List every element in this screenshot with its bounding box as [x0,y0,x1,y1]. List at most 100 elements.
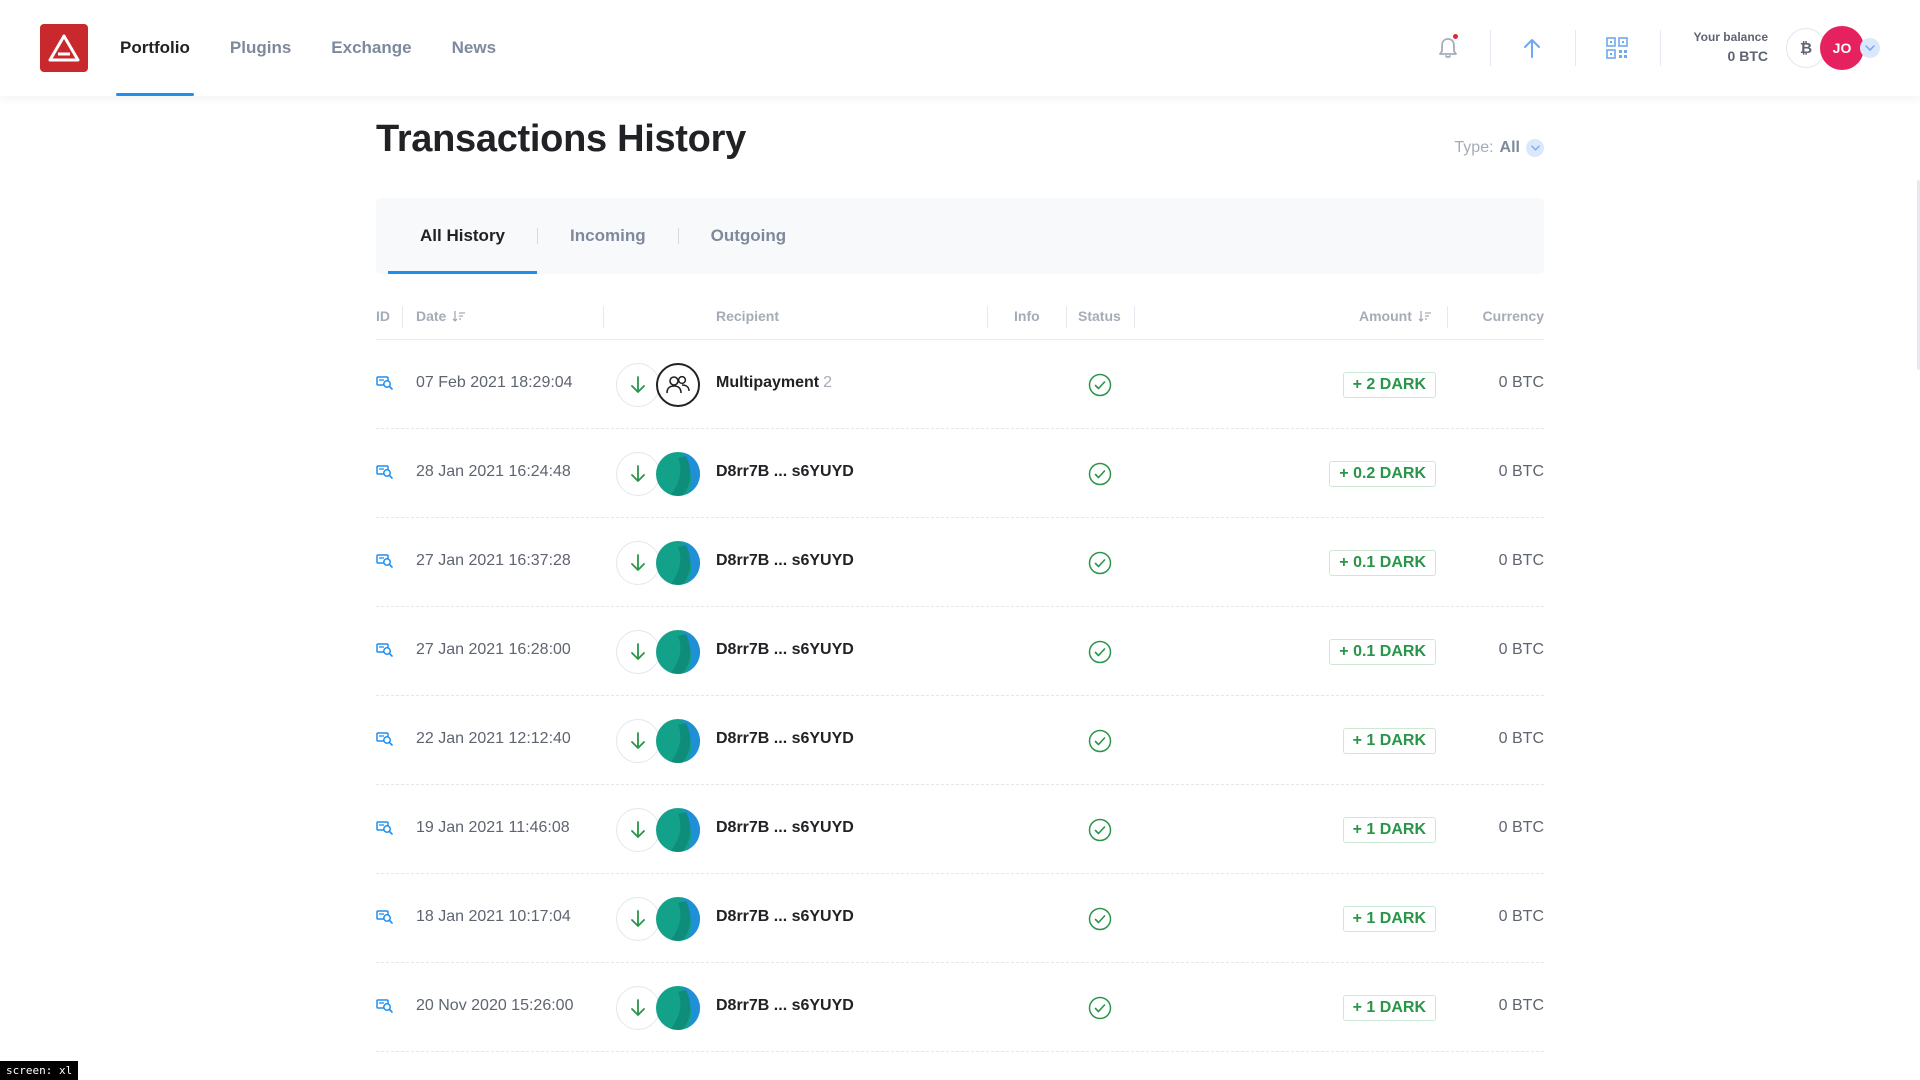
currency-value: 0 BTC [1498,641,1544,658]
history-tabs: All History Incoming Outgoing [376,198,1544,274]
confirmed-check-icon [1088,996,1112,1020]
table-row[interactable]: 18 Jan 2021 10:17:04 D8rr7B ... s6YUYD +… [376,874,1544,963]
recipient-address[interactable]: D8rr7B ... s6YUYD [716,997,858,1015]
col-currency: Currency [1482,308,1544,324]
col-amount-label: Amount [1359,308,1412,324]
confirmed-check-icon [1088,551,1112,575]
table-row[interactable]: 27 Jan 2021 16:28:00 D8rr7B ... s6YUYD +… [376,607,1544,696]
identicon [656,452,700,496]
nav-plugins[interactable]: Plugins [230,0,291,96]
incoming-arrow-icon [616,630,660,674]
table-row[interactable]: 28 Jan 2021 16:24:48 D8rr7B ... s6YUYD +… [376,429,1544,518]
transaction-link-icon[interactable] [376,997,394,1015]
col-divider [1066,306,1067,328]
confirmed-check-icon [1088,640,1112,664]
table-row[interactable]: 27 Jan 2021 16:37:28 D8rr7B ... s6YUYD +… [376,518,1544,607]
recipient-name: Multipayment [716,374,820,391]
transaction-link-icon[interactable] [376,730,394,748]
table-header: ID Date Recipient Info Status Amount Cur… [376,296,1544,340]
profile-menu-toggle[interactable] [1860,38,1880,58]
recipient-avatar [656,897,700,941]
confirmed-check-icon [1088,907,1112,931]
transaction-date: 18 Jan 2021 10:17:04 [416,908,571,925]
col-date[interactable]: Date [416,308,466,324]
incoming-arrow-icon [616,541,660,585]
transaction-link-icon[interactable] [376,552,394,570]
incoming-arrow-icon [616,897,660,941]
recipient-avatar [656,630,700,674]
nav-news[interactable]: News [452,0,496,96]
tab-outgoing[interactable]: Outgoing [679,198,819,274]
recipient-address[interactable]: Multipayment 2 [716,374,832,392]
recipient-name: D8rr7B ... s6YUYD [716,908,854,925]
transaction-link-icon[interactable] [376,463,394,481]
receive-qr-button[interactable] [1597,28,1637,68]
tab-incoming[interactable]: Incoming [538,198,678,274]
notifications-button[interactable] [1428,28,1468,68]
transaction-date: 27 Jan 2021 16:28:00 [416,641,571,658]
tab-all-history[interactable]: All History [388,198,538,274]
balance-value: 0 BTC [1727,48,1768,64]
table-row[interactable]: 22 Jan 2021 12:12:40 D8rr7B ... s6YUYD +… [376,696,1544,785]
main-nav: Portfolio Plugins Exchange News [116,0,536,96]
confirmed-check-icon [1088,373,1112,397]
currency-value: 0 BTC [1498,374,1544,391]
transaction-link-icon[interactable] [376,641,394,659]
recipient-address[interactable]: D8rr7B ... s6YUYD [716,552,858,570]
col-amount[interactable]: Amount [1359,308,1432,324]
table-row[interactable]: 20 Nov 2020 15:26:00 D8rr7B ... s6YUYD +… [376,963,1544,1052]
table-row[interactable]: 19 Jan 2021 11:46:08 D8rr7B ... s6YUYD +… [376,785,1544,874]
amount-badge: + 1 DARK [1342,995,1436,1021]
recipient-name: D8rr7B ... s6YUYD [716,997,854,1014]
transactions-table-body: 07 Feb 2021 18:29:04 Multipayment 2 + 2 D… [376,340,1544,1052]
sort-icon [1418,311,1431,322]
col-status: Status [1078,308,1121,324]
amount-badge: + 1 DARK [1342,906,1436,932]
recipient-address[interactable]: D8rr7B ... s6YUYD [716,641,858,659]
balance-display: Your balance 0 BTC [1694,30,1768,64]
table-row[interactable]: 07 Feb 2021 18:29:04 Multipayment 2 + 2 D… [376,340,1544,429]
transaction-link-icon[interactable] [376,374,394,392]
transaction-date: 27 Jan 2021 16:37:28 [416,552,571,569]
recipient-avatar [656,541,700,585]
incoming-arrow-icon [616,452,660,496]
amount-badge: + 1 DARK [1342,817,1436,843]
amount-badge: + 2 DARK [1342,372,1436,398]
send-arrow-icon [1524,39,1540,58]
balance-label: Your balance [1693,30,1768,44]
transaction-link-icon[interactable] [376,819,394,837]
transaction-date: 20 Nov 2020 15:26:00 [416,997,574,1014]
incoming-arrow-icon [616,808,660,852]
identicon [656,630,700,674]
avatar[interactable]: JO [1820,26,1864,70]
recipient-count: 2 [823,374,833,391]
debug-screen-badge: screen: xl [0,1061,79,1080]
ark-logo[interactable] [40,24,88,72]
recipient-avatar [656,986,700,1030]
recipient-address[interactable]: D8rr7B ... s6YUYD [716,463,858,481]
col-divider [987,306,988,328]
recipient-avatar [656,808,700,852]
recipient-avatar [656,363,700,407]
recipient-address[interactable]: D8rr7B ... s6YUYD [716,819,858,837]
recipient-address[interactable]: D8rr7B ... s6YUYD [716,908,858,926]
nav-exchange[interactable]: Exchange [331,0,411,96]
ark-logo-icon [48,34,80,62]
type-filter-value: All [1499,139,1520,156]
sort-icon [452,311,466,322]
transaction-date: 28 Jan 2021 16:24:48 [416,463,571,480]
currency-value: 0 BTC [1498,819,1544,836]
recipient-address[interactable]: D8rr7B ... s6YUYD [716,730,858,748]
incoming-arrow-icon [616,986,660,1030]
send-button[interactable] [1512,28,1552,68]
type-filter-dropdown[interactable]: Type: All [1454,139,1544,157]
col-divider [603,306,604,328]
header-divider [1660,30,1661,66]
recipient-avatar [656,452,700,496]
identicon [656,897,700,941]
notification-dot [1452,33,1459,40]
transaction-date: 07 Feb 2021 18:29:04 [416,374,573,391]
transaction-link-icon[interactable] [376,908,394,926]
confirmed-check-icon [1088,818,1112,842]
nav-portfolio[interactable]: Portfolio [116,0,194,96]
